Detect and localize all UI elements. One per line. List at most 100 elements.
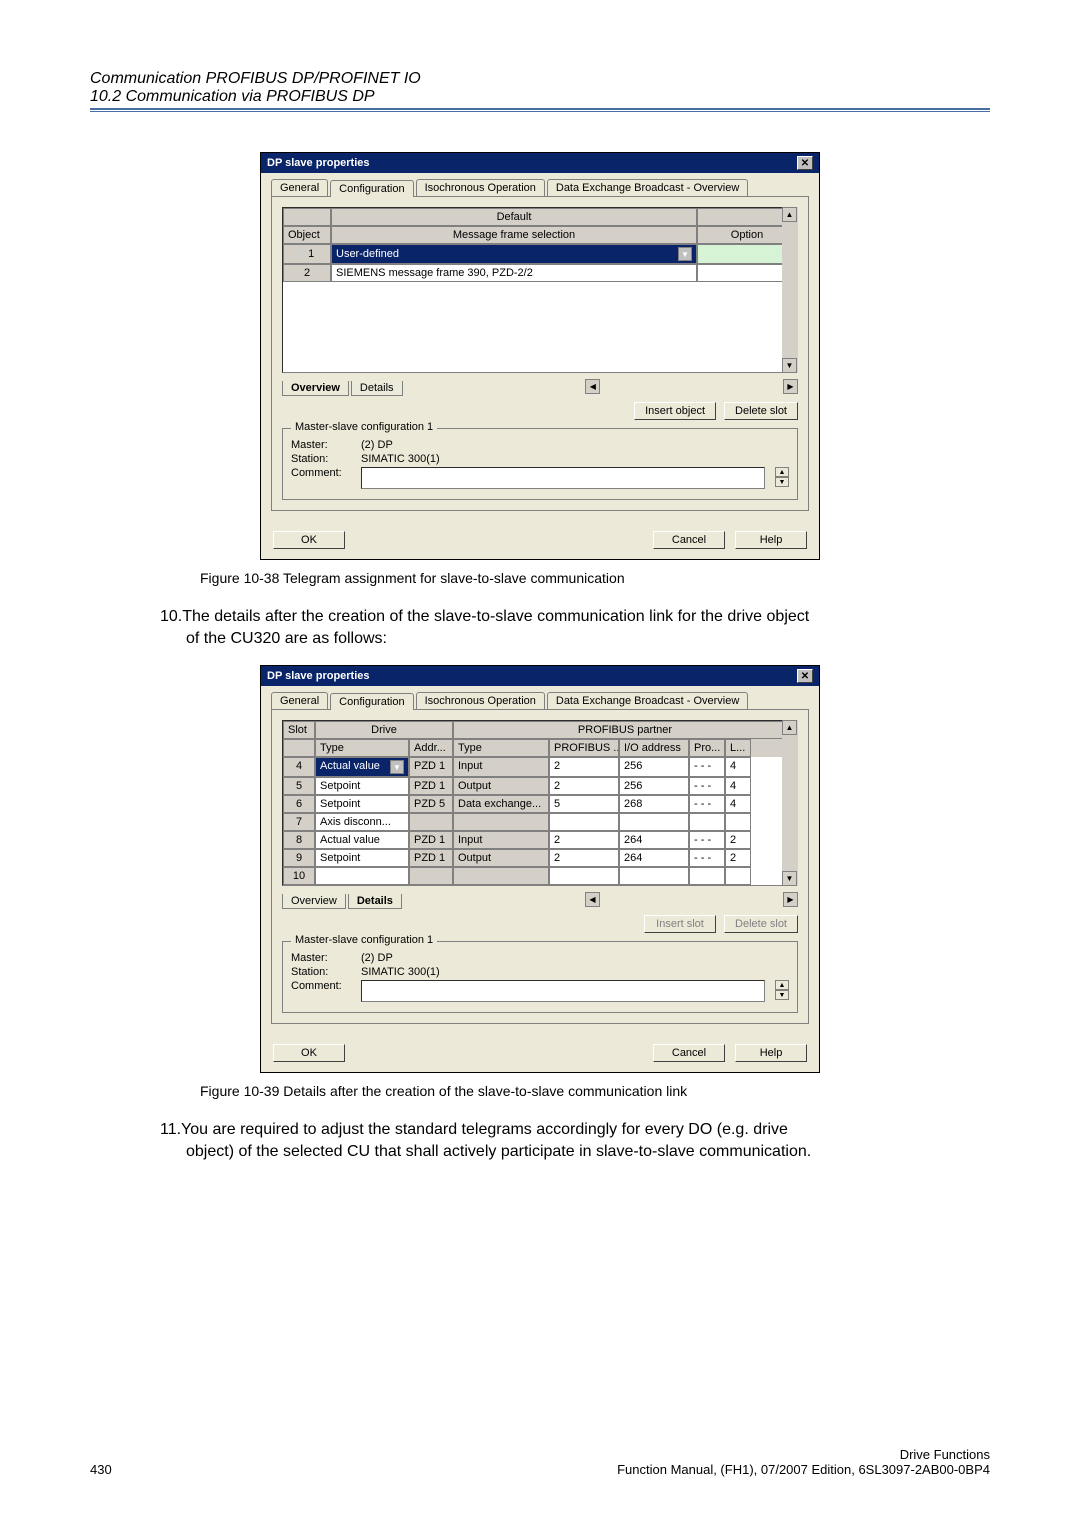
cell-type2: Output [453, 849, 549, 867]
dropdown-icon[interactable]: ▼ [390, 760, 404, 774]
row2-obj: 2 [283, 264, 331, 282]
inner-tab-overview[interactable]: Overview [282, 381, 349, 396]
table-row[interactable]: 6SetpointPZD 5Data exchange...5268- - -4 [283, 795, 797, 813]
ok-button[interactable]: OK [273, 531, 345, 549]
tab-data-exchange[interactable]: Data Exchange Broadcast - Overview [547, 692, 748, 709]
scroll-up-icon[interactable]: ▲ [782, 720, 797, 735]
comment-input[interactable] [361, 467, 765, 489]
col-type: Type [315, 739, 409, 757]
table-row[interactable]: 5SetpointPZD 1Output2256- - -4 [283, 777, 797, 795]
figure-caption-2: Figure 10-39 Details after the creation … [200, 1083, 990, 1099]
cell-profibus [549, 813, 619, 831]
table-row[interactable]: 2 SIEMENS message frame 390, PZD-2/2 [283, 264, 797, 282]
table-row[interactable]: 7Axis disconn... [283, 813, 797, 831]
col-slot: Slot [283, 721, 315, 739]
inner-tab-overview[interactable]: Overview [282, 894, 346, 909]
cell-slot: 9 [283, 849, 315, 867]
spin-up-icon[interactable]: ▲ [775, 467, 789, 477]
table-row[interactable]: 4Actual value▼PZD 1Input2256- - -4 [283, 757, 797, 777]
cell-l [725, 813, 751, 831]
hscroll-right-icon[interactable]: ▶ [783, 892, 798, 907]
close-icon[interactable]: ✕ [797, 669, 813, 683]
cell-type2 [453, 813, 549, 831]
cell-slot: 5 [283, 777, 315, 795]
cell-type: Setpoint [315, 777, 409, 795]
delete-slot-button[interactable]: Delete slot [724, 402, 798, 420]
col-profibus-partner: PROFIBUS partner [453, 721, 797, 739]
cell-io [619, 867, 689, 885]
col-addr: Addr... [409, 739, 453, 757]
table-row[interactable]: 10 [283, 867, 797, 885]
cell-pro: - - - [689, 757, 725, 777]
cell-type2: Input [453, 757, 549, 777]
cell-pro [689, 813, 725, 831]
cell-io: 256 [619, 777, 689, 795]
cell-addr: PZD 1 [409, 849, 453, 867]
dp-slave-properties-dialog-2: DP slave properties ✕ General Configurat… [260, 665, 820, 1073]
inner-tab-details[interactable]: Details [348, 894, 402, 909]
cell-addr: PZD 1 [409, 831, 453, 849]
tab-isochronous[interactable]: Isochronous Operation [416, 692, 545, 709]
master-value: (2) DP [361, 952, 393, 964]
figure-caption-1: Figure 10-38 Telegram assignment for sla… [200, 570, 990, 586]
cell-type2: Output [453, 777, 549, 795]
tab-configuration[interactable]: Configuration [330, 180, 413, 197]
spin-down-icon[interactable]: ▼ [775, 990, 789, 1000]
cell-type: Actual value▼ [315, 757, 409, 777]
tab-configuration[interactable]: Configuration [330, 693, 413, 710]
station-label: Station: [291, 966, 351, 978]
table-row[interactable]: ▶1 User-defined ▼ [283, 244, 797, 264]
cell-io: 268 [619, 795, 689, 813]
comment-input[interactable] [361, 980, 765, 1002]
help-button[interactable]: Help [735, 1044, 807, 1062]
cell-io [619, 813, 689, 831]
cell-type: Actual value [315, 831, 409, 849]
hscroll-right-icon[interactable]: ▶ [783, 379, 798, 394]
paragraph-11: 11.You are required to adjust the standa… [160, 1119, 990, 1162]
cell-pro: - - - [689, 831, 725, 849]
station-value: SIMATIC 300(1) [361, 453, 440, 465]
col-profibus: PROFIBUS ... [549, 739, 619, 757]
ok-button[interactable]: OK [273, 1044, 345, 1062]
tab-data-exchange[interactable]: Data Exchange Broadcast - Overview [547, 179, 748, 196]
dropdown-icon[interactable]: ▼ [678, 247, 692, 261]
master-value: (2) DP [361, 439, 393, 451]
blank-corner [283, 208, 331, 226]
cell-profibus: 2 [549, 777, 619, 795]
col-l: L... [725, 739, 751, 757]
spin-down-icon[interactable]: ▼ [775, 477, 789, 487]
col-type2: Type [453, 739, 549, 757]
station-value: SIMATIC 300(1) [361, 966, 440, 978]
col-default: Default [331, 208, 697, 226]
insert-slot-button: Insert slot [644, 915, 716, 933]
col-object: Object [283, 226, 331, 244]
table-row[interactable]: 8Actual valuePZD 1Input2264- - -2 [283, 831, 797, 849]
tab-isochronous[interactable]: Isochronous Operation [416, 179, 545, 196]
row2-msg: SIEMENS message frame 390, PZD-2/2 [331, 264, 697, 282]
table-row[interactable]: 9SetpointPZD 1Output2264- - -2 [283, 849, 797, 867]
cell-slot: 8 [283, 831, 315, 849]
cell-l [725, 867, 751, 885]
row1-obj: 1 [308, 248, 314, 260]
tab-general[interactable]: General [271, 692, 328, 709]
footer-right-1: Drive Functions [617, 1447, 990, 1462]
dp-slave-properties-dialog-1: DP slave properties ✕ General Configurat… [260, 152, 820, 560]
hscroll-left-icon[interactable]: ◀ [585, 379, 600, 394]
scroll-down-icon[interactable]: ▼ [782, 871, 797, 886]
hscroll-left-icon[interactable]: ◀ [585, 892, 600, 907]
col-message-frame: Message frame selection [331, 226, 697, 244]
delete-slot-button: Delete slot [724, 915, 798, 933]
help-button[interactable]: Help [735, 531, 807, 549]
cancel-button[interactable]: Cancel [653, 531, 725, 549]
dialog1-title: DP slave properties [267, 157, 370, 169]
close-icon[interactable]: ✕ [797, 156, 813, 170]
inner-tab-details[interactable]: Details [351, 381, 403, 396]
scroll-down-icon[interactable]: ▼ [782, 358, 797, 373]
station-label: Station: [291, 453, 351, 465]
insert-object-button[interactable]: Insert object [634, 402, 716, 420]
tab-general[interactable]: General [271, 179, 328, 196]
cancel-button[interactable]: Cancel [653, 1044, 725, 1062]
scroll-up-icon[interactable]: ▲ [782, 207, 797, 222]
spin-up-icon[interactable]: ▲ [775, 980, 789, 990]
cell-type: Setpoint [315, 795, 409, 813]
